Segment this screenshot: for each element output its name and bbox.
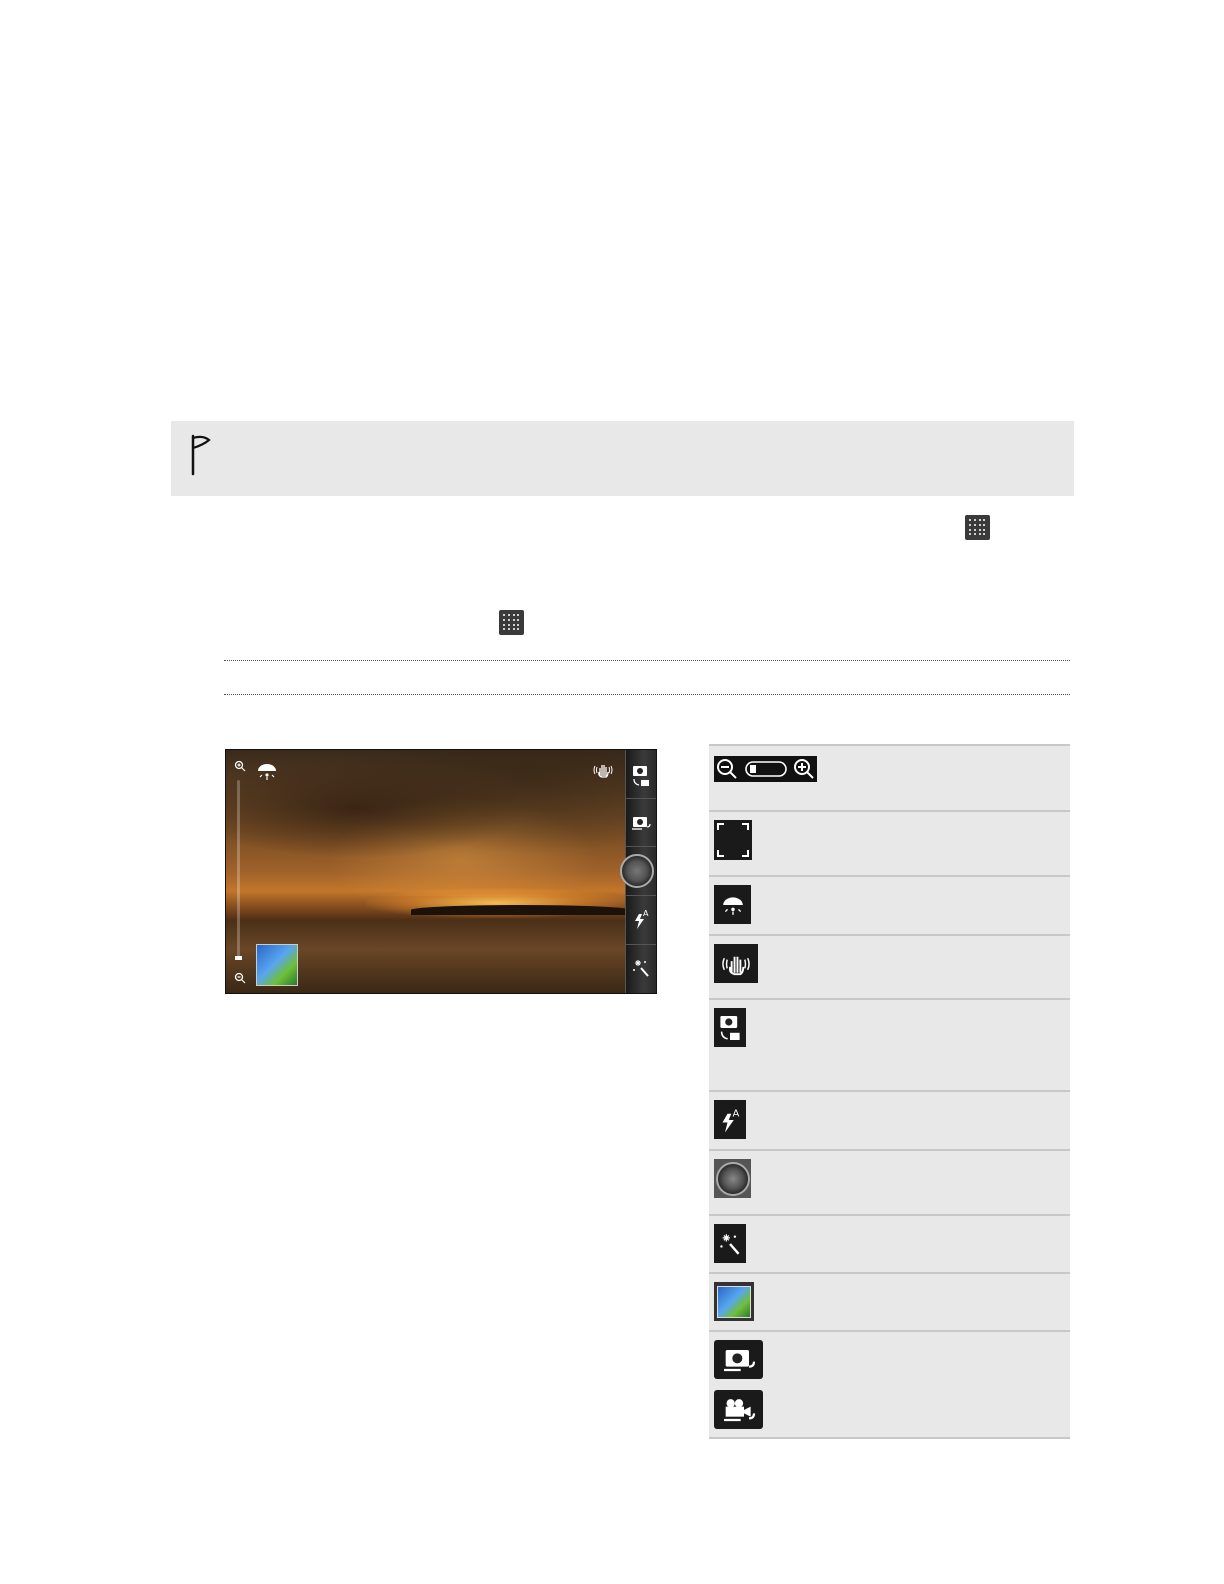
image-stabilizer-icon[interactable] — [592, 762, 614, 778]
gallery-thumbnail[interactable] — [256, 944, 298, 986]
icon-row-effects — [709, 1214, 1070, 1272]
control-separator — [626, 895, 656, 896]
shutter-release-button[interactable] — [620, 854, 654, 888]
icon-row-stabilizer — [709, 934, 1070, 998]
zoom-in-icon[interactable] — [234, 760, 246, 772]
camera-video-switch-icon[interactable] — [631, 764, 651, 788]
shutter-release-icon — [714, 1159, 751, 1198]
zoom-bar-icon — [714, 756, 817, 782]
zoom-slider-knob[interactable] — [235, 956, 242, 960]
section-divider — [224, 694, 1070, 695]
all-apps-icon — [499, 610, 524, 635]
front-rear-video-icon — [714, 1390, 763, 1429]
island-silhouette — [411, 905, 631, 915]
scene-icon[interactable] — [256, 762, 278, 780]
icon-row-gallery — [709, 1272, 1070, 1330]
control-separator — [626, 846, 656, 847]
front-rear-camera-icon — [714, 1340, 763, 1379]
zoom-out-icon[interactable] — [234, 972, 246, 984]
effects-icon — [714, 1224, 746, 1263]
icon-legend-table: A — [709, 744, 1070, 1439]
image-stabilizer-icon — [714, 944, 758, 983]
gallery-thumbnail-icon — [714, 1282, 754, 1321]
flag-icon — [191, 434, 211, 476]
note-box — [171, 421, 1074, 496]
effects-icon[interactable] — [632, 958, 650, 978]
flash-auto-icon: A — [714, 1100, 746, 1139]
front-rear-camera-icon[interactable] — [630, 814, 652, 832]
icon-row-front-rear — [709, 1330, 1070, 1439]
all-apps-icon — [965, 515, 990, 540]
auto-focus-frame-icon — [714, 820, 752, 860]
icon-row-flash: A — [709, 1090, 1070, 1149]
section-divider — [224, 660, 1070, 661]
icon-row-shutter — [709, 1149, 1070, 1214]
svg-text:A: A — [643, 909, 649, 918]
flash-auto-icon[interactable]: A — [633, 908, 649, 930]
camera-video-switch-icon — [714, 1008, 746, 1047]
icon-row-scene — [709, 875, 1070, 934]
control-separator — [626, 798, 656, 799]
zoom-slider[interactable] — [237, 780, 240, 960]
icon-row-mode — [709, 998, 1070, 1090]
icon-row-zoom — [709, 744, 1070, 810]
scene-icon — [714, 885, 751, 924]
control-separator — [626, 944, 656, 945]
icon-row-focus — [709, 810, 1070, 875]
svg-text:A: A — [733, 1108, 740, 1119]
camera-viewfinder: A — [225, 749, 657, 994]
